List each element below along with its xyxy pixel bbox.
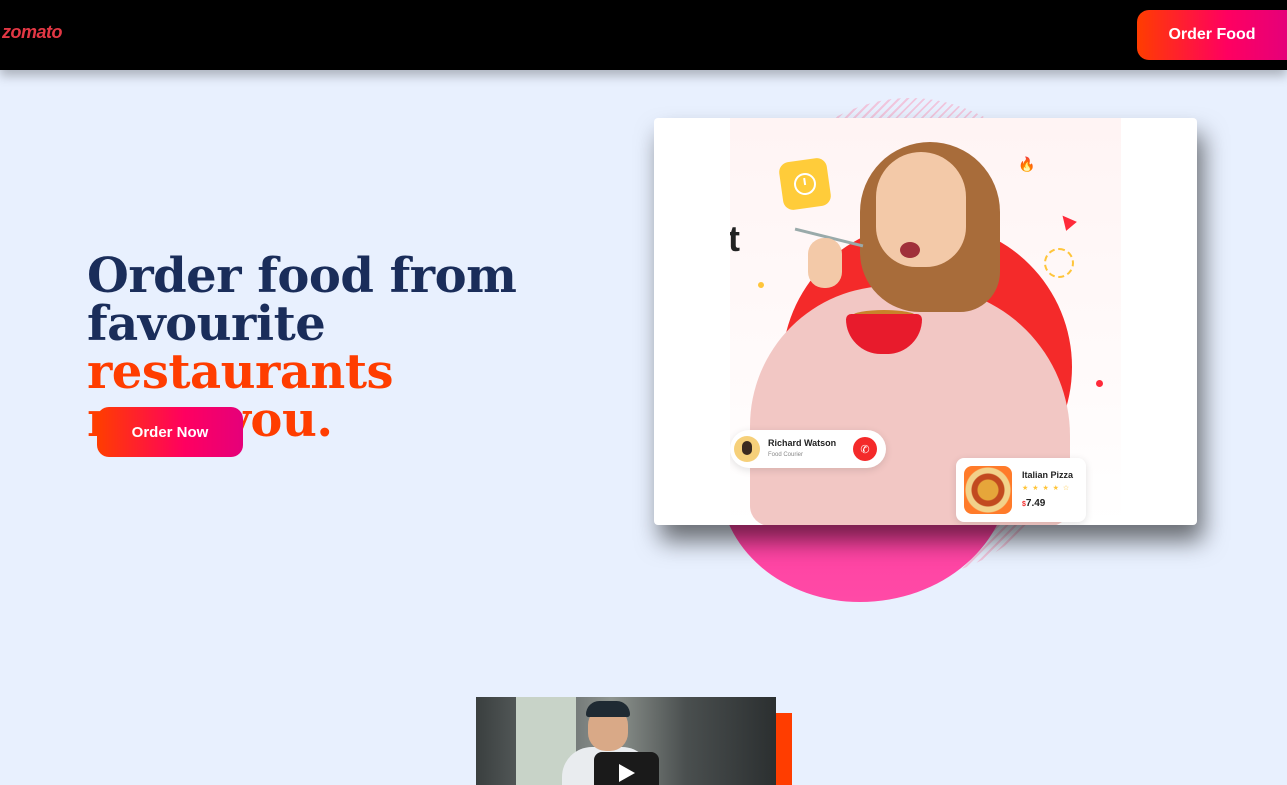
flame-icon: 🔥 <box>1018 156 1036 172</box>
pizza-price: $7.49 <box>1022 498 1045 509</box>
courier-name: Richard Watson <box>768 438 837 448</box>
pizza-name: Italian Pizza <box>1022 470 1074 480</box>
pizza-price-value: 7.49 <box>1025 498 1046 509</box>
video-player[interactable] <box>476 697 776 785</box>
play-button[interactable] <box>594 752 659 785</box>
pizza-rating-stars: ★ ★ ★ ★ ☆ <box>1022 485 1071 492</box>
clock-icon <box>777 156 833 212</box>
zomato-logo[interactable]: zomato <box>2 22 63 43</box>
pizza-card: Italian Pizza ★ ★ ★ ★ ☆ $7.49 <box>956 458 1086 522</box>
phone-icon: ✆ <box>853 437 877 461</box>
woman-hand <box>808 238 842 288</box>
woman-face <box>876 152 966 267</box>
arrow-icon <box>1057 211 1077 231</box>
decorative-dot <box>758 282 764 288</box>
hero-image-card: t 🔥 Richard Watson Food Courier ✆ Italia… <box>654 118 1197 525</box>
courier-chip: Richard Watson Food Courier ✆ <box>730 430 886 468</box>
side-letter: t <box>730 218 740 259</box>
woman-mouth <box>900 242 920 258</box>
courier-role: Food Courier <box>768 452 804 458</box>
decorative-dot <box>1096 380 1103 387</box>
order-food-button[interactable]: Order Food <box>1137 10 1287 60</box>
chef-cap <box>586 701 630 717</box>
play-icon <box>619 764 635 782</box>
order-now-button[interactable]: Order Now <box>97 407 243 457</box>
courier-avatar <box>734 436 760 462</box>
video-accent-bar <box>774 713 792 785</box>
hero-photo: t 🔥 Richard Watson Food Courier ✆ Italia… <box>730 118 1121 525</box>
dashed-circle-decoration <box>1044 248 1074 278</box>
top-navbar: zomato Order Food <box>0 0 1287 70</box>
pizza-image <box>964 466 1012 514</box>
